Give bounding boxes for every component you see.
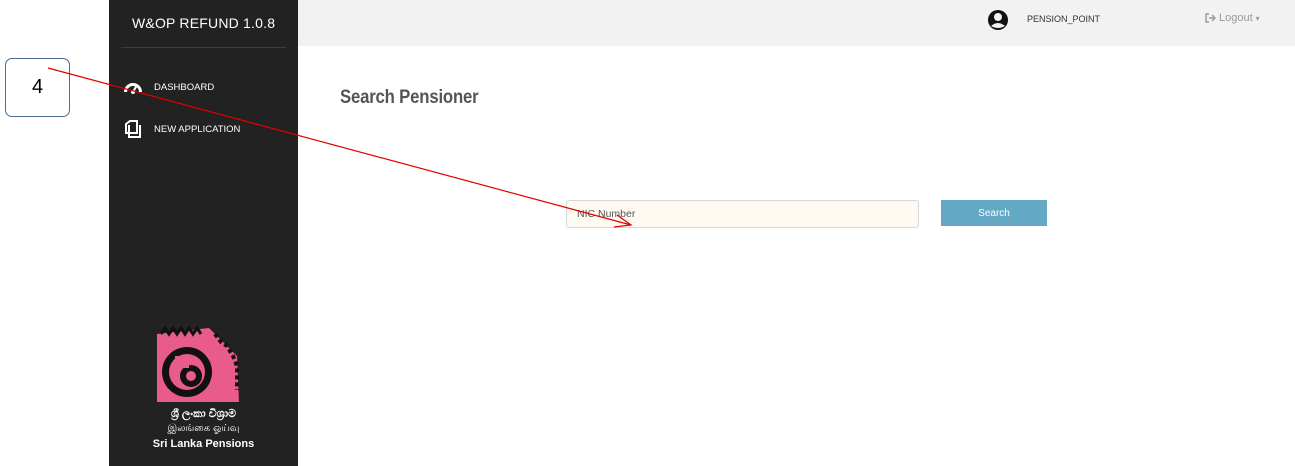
app-title: W&OP REFUND 1.0.8 — [132, 15, 276, 31]
user-circle-icon[interactable] — [987, 9, 1009, 31]
logo-sinhala-text: ශ්‍රී ලංකා විශ්‍රාම — [170, 408, 237, 420]
logout-menu[interactable]: Logout ▾ — [1205, 12, 1260, 24]
document-copy-icon — [122, 120, 144, 138]
step-callout-box: 4 — [5, 58, 70, 117]
top-navbar: PENSION_POINT Logout ▾ — [298, 0, 1295, 46]
sri-lanka-pensions-logo — [144, 326, 274, 456]
caret-down-icon: ▾ — [1255, 13, 1260, 23]
page-title: Search Pensioner — [340, 87, 479, 108]
logout-label: Logout — [1219, 12, 1253, 24]
sidebar: W&OP REFUND 1.0.8 DASHBOARD NEW APPLICAT… — [109, 0, 298, 466]
search-button[interactable]: Search — [941, 200, 1047, 226]
sidebar-divider — [121, 47, 286, 48]
sidebar-item-new-application[interactable]: NEW APPLICATION — [122, 118, 240, 140]
logo-tamil-text: இலங்கை ஓய்வு — [167, 423, 240, 434]
sidebar-item-label: NEW APPLICATION — [154, 123, 241, 135]
sign-out-icon — [1205, 13, 1216, 23]
nic-number-input[interactable] — [566, 200, 919, 228]
dashboard-gauge-icon — [122, 78, 144, 96]
sidebar-item-label: DASHBOARD — [154, 81, 215, 93]
sidebar-item-dashboard[interactable]: DASHBOARD — [122, 76, 214, 98]
logo-english-text: Sri Lanka Pensions — [152, 438, 255, 450]
user-name[interactable]: PENSION_POINT — [1027, 14, 1100, 24]
